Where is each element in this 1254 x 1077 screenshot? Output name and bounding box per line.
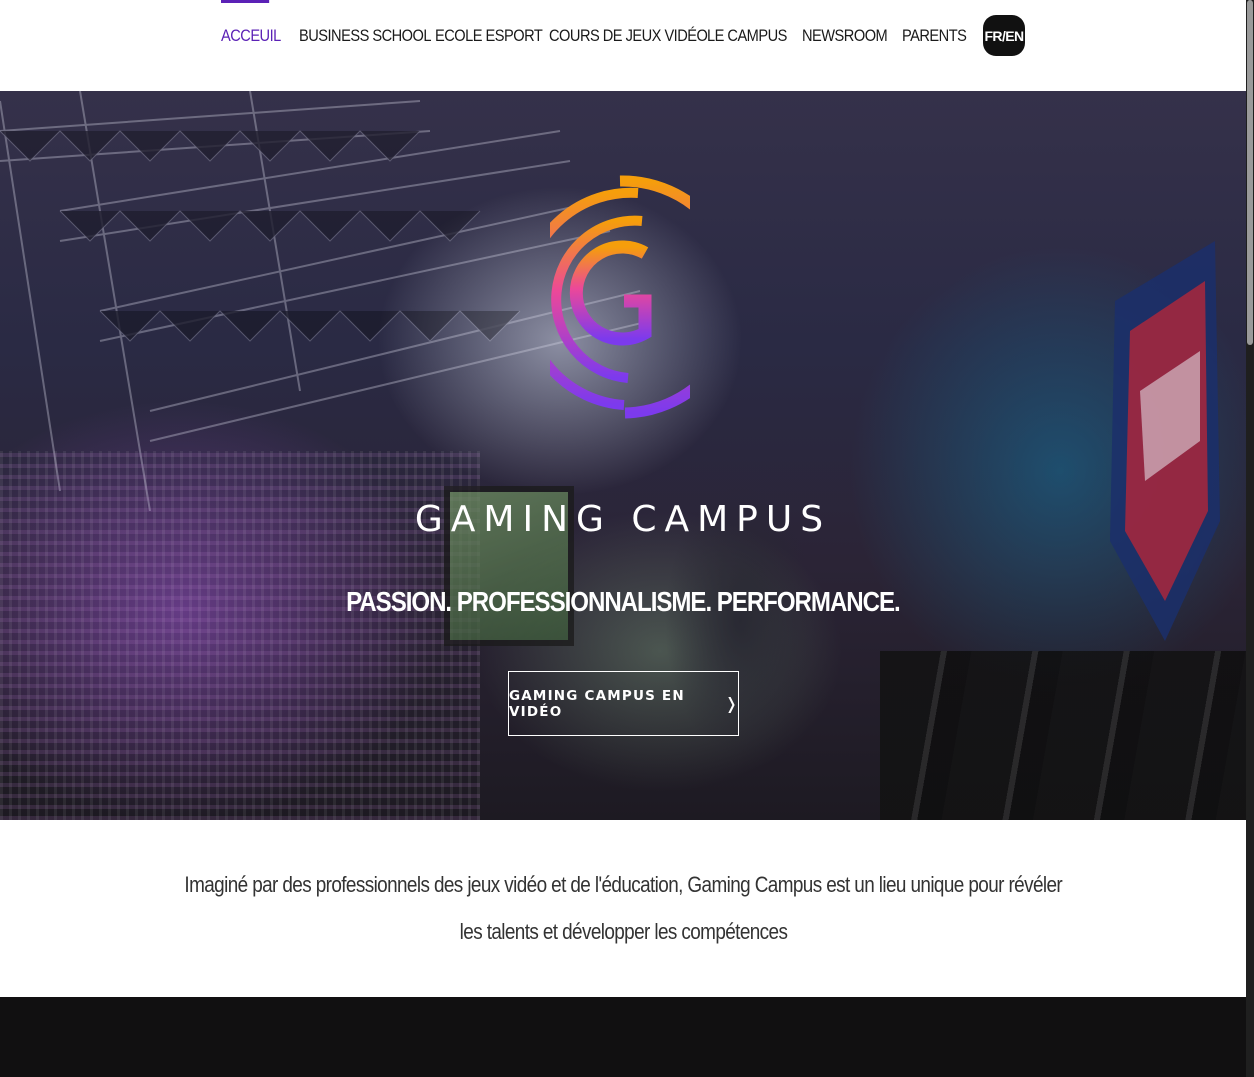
intro-text-line-2: les talents et développer les compétence…: [0, 919, 1246, 945]
language-switch-button[interactable]: FR/EN: [983, 15, 1025, 56]
nav-item-ecole-esport[interactable]: ECOLE ESPORT: [435, 0, 543, 72]
intro-text-line-2-content: les talents et développer les compétence…: [459, 919, 787, 944]
gaming-campus-video-button[interactable]: GAMING CAMPUS EN VIDÉO ❭: [508, 671, 739, 736]
nav-item-cours-de-jeux-video[interactable]: COURS DE JEUX VIDÉO: [549, 0, 708, 72]
hero-tagline: PASSION. PROFESSIONNALISME. PERFORMANCE.: [0, 586, 1246, 618]
page-scrollbar[interactable]: [1246, 0, 1254, 1077]
nav-item-newsroom[interactable]: NEWSROOM: [802, 0, 888, 72]
nav-item-parents[interactable]: PARENTS: [902, 0, 967, 72]
hero-banner: GAMING CAMPUS PASSION. PROFESSIONNALISME…: [0, 91, 1246, 820]
hero-title: GAMING CAMPUS: [414, 499, 832, 540]
scrollbar-thumb[interactable]: [1247, 0, 1253, 345]
gaming-chairs-background: [880, 651, 1246, 820]
top-navigation: ACCEUIL BUSINESS SCHOOL ECOLE ESPORT COU…: [0, 0, 1246, 91]
intro-text-line-1: Imaginé par des professionnels des jeux …: [0, 872, 1246, 898]
dark-section: [0, 997, 1246, 1077]
intro-section: Imaginé par des professionnels des jeux …: [0, 820, 1246, 997]
hero-tagline-text: PASSION. PROFESSIONNALISME. PERFORMANCE.: [346, 586, 901, 617]
nav-item-le-campus[interactable]: LE CAMPUS: [707, 0, 787, 72]
chevron-right-icon: ❭: [724, 694, 738, 713]
player-silhouette: [640, 421, 840, 820]
gaming-campus-logo-icon: [550, 175, 690, 419]
nav-item-business-school[interactable]: BUSINESS SCHOOL: [299, 0, 432, 72]
allstar-shield-graphic: [1110, 241, 1220, 641]
intro-text-line-1-content: Imaginé par des professionnels des jeux …: [184, 872, 1062, 897]
nav-item-acceuil[interactable]: ACCEUIL: [221, 0, 281, 72]
video-button-label: GAMING CAMPUS EN VIDÉO: [509, 687, 685, 720]
